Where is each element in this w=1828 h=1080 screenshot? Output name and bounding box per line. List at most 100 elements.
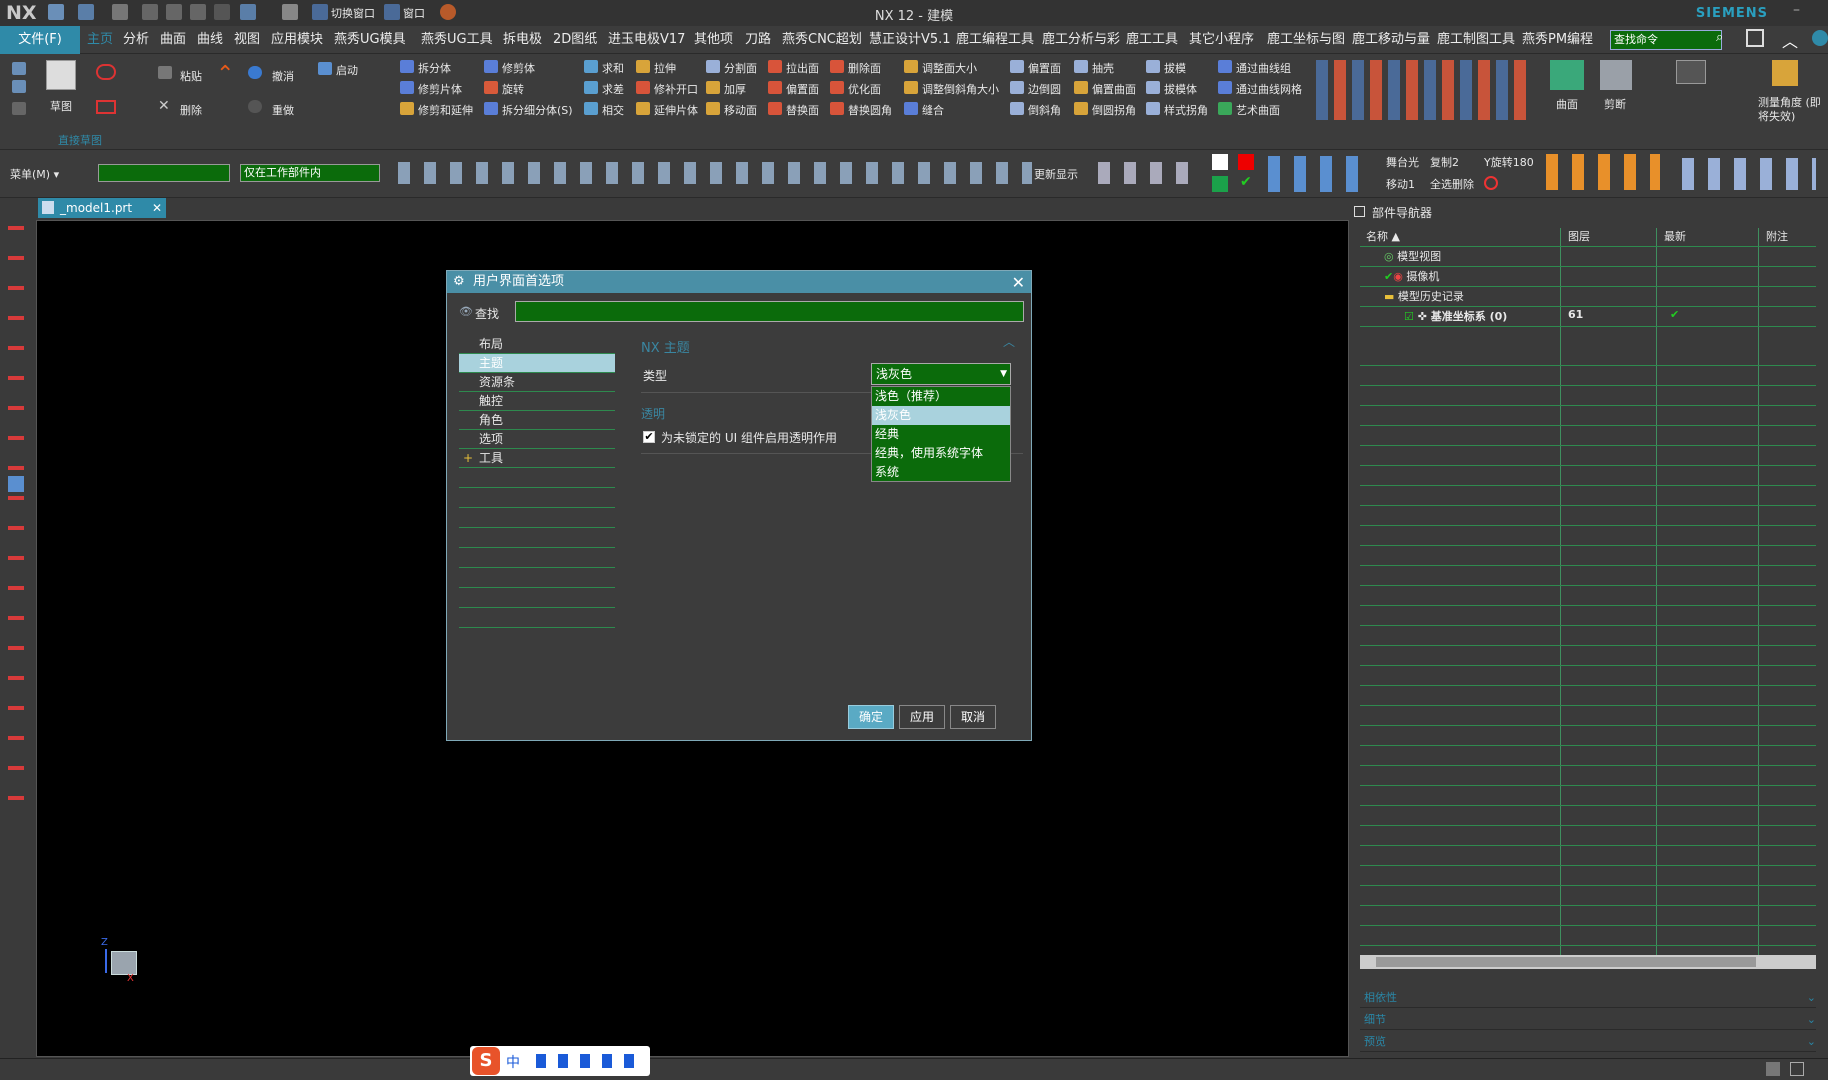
tree-node-model-views[interactable]: ◎ 模型视图 (1384, 248, 1441, 264)
edge-blend-button[interactable]: 边倒圆 (1028, 81, 1061, 97)
ime-language[interactable]: 中 (506, 1052, 520, 1072)
patch-opening-icon[interactable] (636, 81, 650, 94)
split-subdivision-icon[interactable] (484, 102, 498, 115)
close-tab-icon[interactable]: ✕ (152, 198, 162, 218)
option-classic-system-font[interactable]: 经典，使用系统字体 (872, 444, 1010, 463)
tree-item-theme[interactable]: 主题 (459, 354, 615, 373)
replace-blend-icon[interactable] (830, 102, 844, 115)
undo-button[interactable]: 撤消 (272, 68, 294, 84)
extrude-icon[interactable] (636, 60, 650, 73)
close-icon[interactable]: ✕ (1012, 272, 1025, 294)
caret-up-icon[interactable]: ⌃ (216, 62, 234, 87)
sketch-icon[interactable] (46, 60, 76, 90)
selection-scope-combo[interactable]: 仅在工作部件内 (240, 164, 380, 182)
optimize-face-icon[interactable] (830, 81, 844, 94)
transparency-header[interactable]: 透明 (641, 405, 665, 422)
tab-lugong-move[interactable]: 鹿工移动与量 (1347, 26, 1435, 54)
trim-body-icon[interactable] (484, 60, 498, 73)
tab-surface[interactable]: 曲面 (155, 26, 191, 54)
rectangle-icon[interactable] (96, 100, 116, 114)
surface-icon[interactable] (1550, 60, 1584, 90)
subtract-button[interactable]: 求差 (602, 81, 624, 97)
measure-angle-icon[interactable] (1772, 60, 1798, 86)
search-icon[interactable]: ⌕ (1716, 30, 1723, 45)
studio-surface-button[interactable]: 艺术曲面 (1236, 102, 1280, 118)
thicken-icon[interactable] (706, 81, 720, 94)
replace-face-button[interactable]: 替换面 (786, 102, 819, 118)
delete-face-icon[interactable] (830, 60, 844, 73)
ime-toolbar[interactable]: S 中 (470, 1046, 650, 1076)
sogou-icon[interactable]: S (472, 1047, 500, 1075)
chamfer-icon[interactable] (1010, 102, 1024, 115)
divide-face-button[interactable]: 分割面 (724, 60, 757, 76)
column-notes[interactable]: 附注 (1766, 228, 1788, 246)
tab-curve[interactable]: 曲线 (192, 26, 228, 54)
chevron-down-icon[interactable]: ⌄ (1807, 988, 1816, 1008)
tree-item-touch[interactable]: 触控 (459, 392, 615, 411)
offset-face2-button[interactable]: 偏置面 (1028, 60, 1061, 76)
unite-icon[interactable] (584, 60, 598, 73)
menu-label[interactable]: 菜单(M) (10, 168, 50, 181)
extend-sheet-button[interactable]: 延伸片体 (654, 102, 698, 118)
offset-face-icon[interactable] (768, 81, 782, 94)
through-curves-icon[interactable] (1218, 60, 1232, 73)
pull-face-icon[interactable] (768, 60, 782, 73)
cancel-button[interactable]: 取消 (950, 705, 996, 729)
white-color-swatch[interactable] (1212, 154, 1228, 170)
table-icon[interactable] (8, 476, 24, 492)
find-input[interactable] (515, 301, 1024, 322)
curve-icon[interactable] (96, 64, 116, 80)
panel-details[interactable]: 细节 ⌄ (1360, 1010, 1816, 1030)
column-latest[interactable]: 最新 (1664, 228, 1686, 246)
edge-blend-icon[interactable] (1010, 81, 1024, 94)
collapse-ribbon-icon[interactable]: ︿ (1782, 28, 1798, 52)
tree-node-cameras[interactable]: ✔◉ 摄像机 (1384, 268, 1439, 284)
fullscreen-status-icon[interactable] (1790, 1062, 1804, 1076)
collapse-section-icon[interactable]: ︿ (1003, 333, 1015, 350)
offset-face2-icon[interactable] (1010, 60, 1024, 73)
trim-extend-icon[interactable] (400, 102, 414, 115)
snap-tools[interactable] (392, 162, 1032, 184)
sketch-button[interactable]: 草图 (50, 98, 72, 114)
tree-node-datum-csys[interactable]: ☑ ✜ 基准坐标系 (0) (1404, 308, 1507, 324)
trim-body-button[interactable]: 修剪体 (502, 60, 535, 76)
curve-tools-cluster[interactable] (1310, 60, 1530, 120)
option-system[interactable]: 系统 (872, 463, 1010, 482)
tab-toolpath[interactable]: 刀路 (740, 26, 776, 54)
checkbox-icon[interactable]: ☑ (1404, 310, 1414, 323)
option-light-gray[interactable]: 浅灰色 (872, 406, 1010, 425)
tree-item-role[interactable]: 角色 (459, 411, 615, 430)
option-light-recommended[interactable]: 浅色（推荐） (872, 387, 1010, 406)
tab-electrode[interactable]: 拆电极 (498, 26, 547, 54)
scroll-thumb[interactable] (1376, 957, 1756, 967)
corner-blend-icon[interactable] (1074, 102, 1088, 115)
file-menu-button[interactable]: 文件(F) (0, 26, 80, 54)
resize-chamfer-button[interactable]: 调整倒斜角大小 (922, 81, 999, 97)
studio-surface-icon[interactable] (1218, 102, 1232, 115)
help-icon[interactable] (1812, 30, 1828, 46)
undo-ribbon-icon[interactable] (248, 66, 262, 79)
resize-face-button[interactable]: 调整面大小 (922, 60, 977, 76)
tab-lugong-coord[interactable]: 鹿工坐标与图 (1262, 26, 1350, 54)
tree-item-resource-bar[interactable]: 资源条 (459, 373, 615, 392)
tab-application[interactable]: 应用模块 (266, 26, 328, 54)
pin-icon[interactable] (1354, 206, 1365, 217)
tab-other[interactable]: 其他项 (689, 26, 738, 54)
command-search-input[interactable]: 查找命令 (1610, 30, 1722, 50)
draft-body-icon[interactable] (1146, 81, 1160, 94)
extrude-button[interactable]: 拉伸 (654, 60, 676, 76)
expand-icon[interactable]: + (463, 449, 473, 468)
new-icon[interactable] (12, 62, 26, 75)
replace-face-icon[interactable] (768, 102, 782, 115)
corner-blend-button[interactable]: 倒圆拐角 (1092, 102, 1136, 118)
material-tools[interactable] (1540, 154, 1660, 190)
delete-icon[interactable]: ✕ (158, 98, 170, 114)
column-name[interactable]: 名称 ▲ (1366, 228, 1400, 246)
ime-tools[interactable] (530, 1054, 640, 1068)
type-filter-combo[interactable] (98, 164, 230, 182)
apply-button[interactable]: 应用 (899, 705, 945, 729)
through-curve-mesh-button[interactable]: 通过曲线网格 (1236, 81, 1302, 97)
thicken-button[interactable]: 加厚 (724, 81, 746, 97)
transparency-checkbox[interactable]: ✔ (643, 431, 655, 443)
move-face-icon[interactable] (706, 102, 720, 115)
